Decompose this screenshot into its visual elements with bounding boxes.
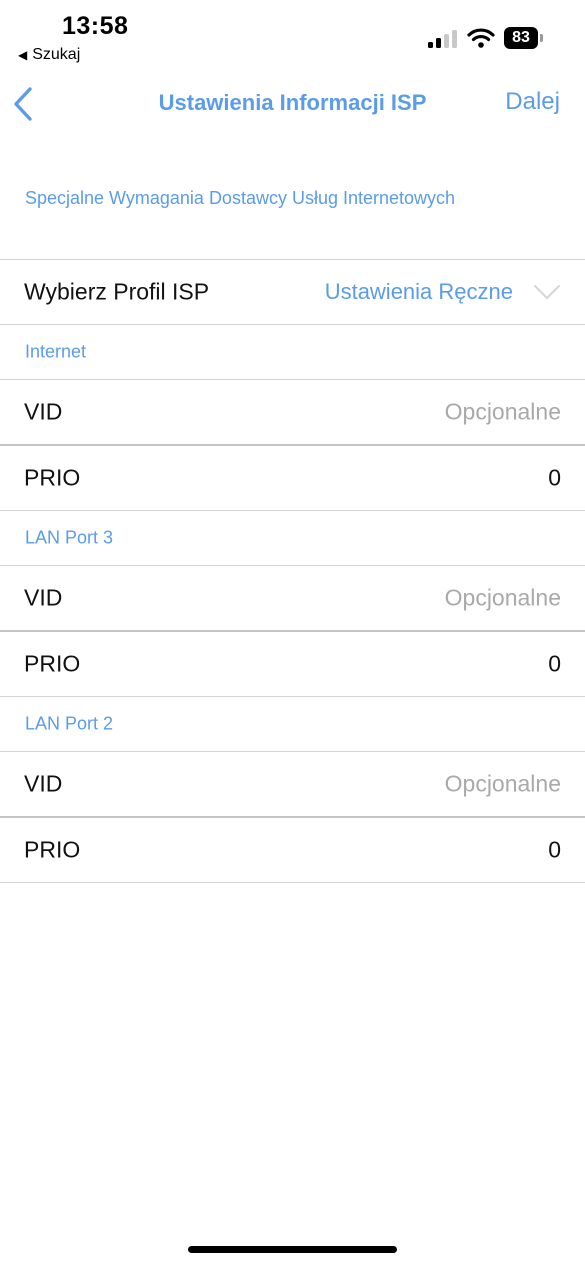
intro-heading: Specjalne Wymagania Dostawcy Usług Inter… (25, 188, 456, 208)
isp-profile-row[interactable]: Wybierz Profil ISP Ustawienia Ręczne (0, 260, 585, 324)
isp-profile-value[interactable]: Ustawienia Ręczne (325, 279, 513, 305)
vid-label: VID (24, 770, 63, 797)
lan2-prio-row[interactable]: PRIO 0 (0, 818, 585, 882)
home-indicator[interactable] (188, 1246, 397, 1253)
vid-label: VID (24, 584, 63, 611)
status-time: 13:58 (62, 12, 129, 40)
settings-list: Wybierz Profil ISP Ustawienia Ręczne Int… (0, 259, 585, 883)
internet-prio-row[interactable]: PRIO 0 (0, 446, 585, 510)
battery-icon: 83 (504, 27, 538, 49)
section-header-lan-port-2: LAN Port 2 (0, 697, 585, 751)
vid-input[interactable]: Opcjonalne (445, 399, 561, 426)
back-app-label: Szukaj (32, 46, 81, 63)
section-title: LAN Port 3 (25, 527, 114, 548)
wifi-icon (467, 28, 495, 48)
battery-cap (540, 34, 543, 42)
vid-label: VID (24, 398, 63, 425)
vid-input[interactable]: Opcjonalne (445, 585, 561, 612)
internet-vid-row[interactable]: VID Opcjonalne (0, 380, 585, 444)
lan3-vid-row[interactable]: VID Opcjonalne (0, 566, 585, 630)
prio-value[interactable]: 0 (548, 651, 561, 678)
section-header-internet: Internet (0, 325, 585, 379)
lan2-vid-row[interactable]: VID Opcjonalne (0, 752, 585, 816)
chevron-down-icon[interactable] (533, 284, 561, 300)
vid-input[interactable]: Opcjonalne (445, 771, 561, 798)
prio-label: PRIO (24, 464, 81, 491)
navigation-bar: Ustawienia Informacji ISP Dalej (0, 68, 585, 140)
isp-profile-label: Wybierz Profil ISP (24, 278, 210, 305)
status-bar: 13:58 ◀ Szukaj 83 (0, 0, 585, 68)
prio-label: PRIO (24, 650, 81, 677)
prio-value[interactable]: 0 (548, 465, 561, 492)
lan3-prio-row[interactable]: PRIO 0 (0, 632, 585, 696)
section-title: LAN Port 2 (25, 713, 114, 734)
back-triangle-icon: ◀ (18, 48, 28, 62)
next-button[interactable]: Dalej (505, 88, 560, 116)
section-title: Internet (25, 341, 87, 362)
prio-label: PRIO (24, 836, 81, 863)
prio-value[interactable]: 0 (548, 837, 561, 864)
cellular-signal-icon (428, 30, 458, 48)
page-title: Ustawienia Informacji ISP (158, 90, 427, 115)
back-to-app-link[interactable]: ◀ Szukaj (18, 46, 80, 64)
section-header-lan-port-3: LAN Port 3 (0, 511, 585, 565)
divider (0, 882, 585, 883)
